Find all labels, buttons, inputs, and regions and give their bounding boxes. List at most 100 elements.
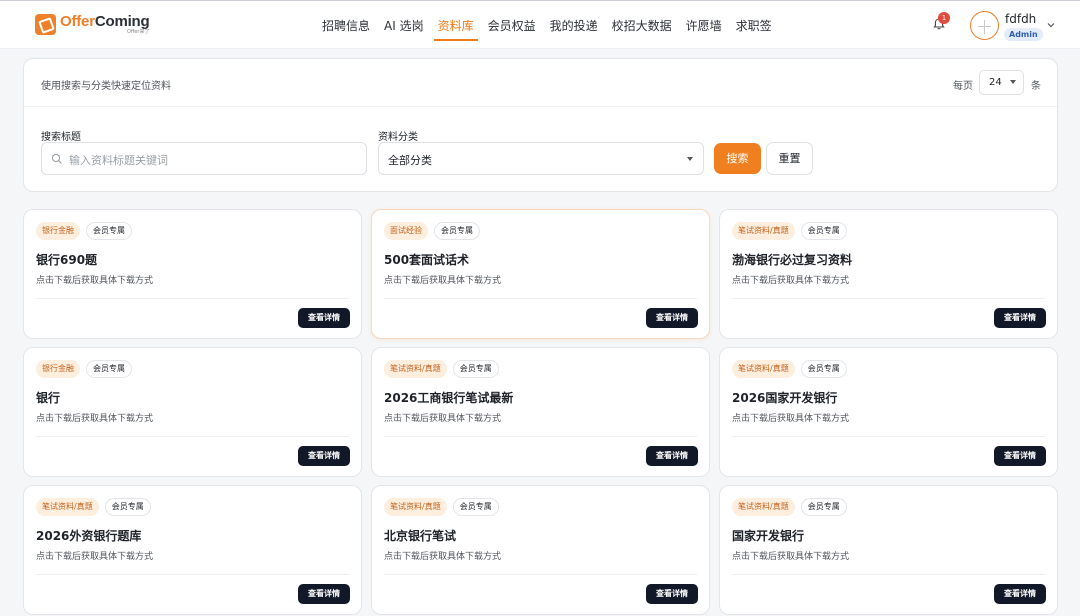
view-details-button[interactable]: 查看详情: [994, 308, 1046, 328]
nav-item-wish-wall[interactable]: 许愿墙: [679, 1, 729, 49]
member-tag: 会员专属: [104, 498, 151, 516]
avatar[interactable]: [970, 11, 999, 40]
search-placeholder: 输入资料标题关键词: [69, 154, 168, 167]
divider: [384, 436, 697, 437]
logo-icon: [35, 14, 56, 35]
nav-item-campus-data[interactable]: 校招大数据: [605, 1, 679, 49]
search-button[interactable]: 搜索: [714, 143, 761, 174]
card-description: 点击下载后获取具体下载方式: [732, 414, 850, 424]
divider: [36, 574, 349, 575]
logo-name: OfferComing: [60, 13, 150, 30]
card-description: 点击下载后获取具体下载方式: [384, 414, 502, 424]
view-details-button[interactable]: 查看详情: [298, 584, 350, 604]
view-details-button[interactable]: 查看详情: [994, 446, 1046, 466]
caret-down-icon: [1010, 80, 1016, 84]
view-details-button[interactable]: 查看详情: [298, 446, 350, 466]
resource-card[interactable]: 面试经验 会员专属 500套面试话术 点击下载后获取具体下载方式 查看详情: [371, 209, 710, 339]
filter-hint: 使用搜索与分类快速定位资料: [41, 81, 171, 92]
resource-card[interactable]: 笔试资料/真题 会员专属 2026工商银行笔试最新 点击下载后获取具体下载方式 …: [371, 347, 710, 477]
member-tag: 会员专属: [86, 222, 132, 240]
resource-card[interactable]: 笔试资料/真题 会员专属 北京银行笔试 点击下载后获取具体下载方式 查看详情: [371, 485, 710, 615]
perpage-select[interactable]: 24: [979, 70, 1024, 95]
nav-item-my-applications[interactable]: 我的投递: [543, 1, 605, 49]
nav-item-library[interactable]: 资料库: [431, 1, 481, 49]
category-tag: 笔试资料/真题: [732, 360, 795, 378]
view-details-button[interactable]: 查看详情: [646, 584, 698, 604]
view-details-button[interactable]: 查看详情: [994, 584, 1046, 604]
reset-button[interactable]: 重置: [766, 142, 813, 175]
category-tag: 笔试资料/真题: [384, 360, 447, 378]
role-badge: Admin: [1004, 28, 1043, 41]
notification-badge: 1: [938, 12, 950, 24]
caret-down-icon: [687, 157, 693, 161]
card-description: 点击下载后获取具体下载方式: [384, 552, 502, 562]
resource-card[interactable]: 笔试资料/真题 会员专属 渤海银行必过复习资料 点击下载后获取具体下载方式 查看…: [719, 209, 1058, 339]
title-search-input[interactable]: 输入资料标题关键词: [41, 142, 367, 175]
card-title: 2026外资银行题库: [36, 529, 142, 543]
divider: [732, 298, 1045, 299]
resource-card[interactable]: 笔试资料/真题 会员专属 国家开发银行 点击下载后获取具体下载方式 查看详情: [719, 485, 1058, 615]
filter-panel: 使用搜索与分类快速定位资料 每页 24 条 搜索标题 资料分类 输入资料标题关键…: [23, 58, 1058, 192]
divider: [36, 436, 349, 437]
category-tag: 笔试资料/真题: [732, 222, 795, 240]
card-description: 点击下载后获取具体下载方式: [732, 276, 850, 286]
category-label: 资料分类: [378, 132, 418, 143]
title-search-label: 搜索标题: [41, 132, 81, 143]
divider: [384, 298, 697, 299]
view-details-button[interactable]: 查看详情: [298, 308, 350, 328]
brand-logo[interactable]: OfferComing Offer来了: [35, 13, 150, 35]
category-value: 全部分类: [388, 154, 432, 167]
perpage-value: 24: [989, 77, 1002, 88]
member-tag: 会员专属: [86, 360, 132, 378]
member-tag: 会员专属: [800, 360, 847, 378]
category-tag: 面试经验: [384, 222, 428, 240]
category-tag: 笔试资料/真题: [732, 498, 795, 516]
resource-card[interactable]: 笔试资料/真题 会员专属 2026外资银行题库 点击下载后获取具体下载方式 查看…: [23, 485, 362, 615]
category-tag: 笔试资料/真题: [36, 498, 99, 516]
logo-subtitle: Offer来了: [126, 29, 150, 35]
member-tag: 会员专属: [434, 222, 480, 240]
chevron-down-icon[interactable]: [1046, 20, 1056, 30]
divider: [24, 106, 1057, 107]
resource-grid: 银行金融 会员专属 银行690题 点击下载后获取具体下载方式 查看详情 面试经验…: [23, 209, 1058, 616]
category-tag: 笔试资料/真题: [384, 498, 447, 516]
nav-item-membership[interactable]: 会员权益: [481, 1, 543, 49]
card-title: 渤海银行必过复习资料: [732, 253, 853, 267]
member-tag: 会员专属: [800, 498, 847, 516]
category-tag: 银行金融: [36, 222, 80, 240]
card-title: 500套面试话术: [384, 253, 470, 267]
category-tag: 银行金融: [36, 360, 80, 378]
resource-card[interactable]: 银行金融 会员专属 银行 点击下载后获取具体下载方式 查看详情: [23, 347, 362, 477]
divider: [732, 574, 1045, 575]
member-tag: 会员专属: [452, 498, 499, 516]
divider: [384, 574, 697, 575]
resource-card[interactable]: 笔试资料/真题 会员专属 2026国家开发银行 点击下载后获取具体下载方式 查看…: [719, 347, 1058, 477]
perpage-label: 每页: [953, 81, 973, 92]
card-description: 点击下载后获取具体下载方式: [36, 552, 154, 562]
card-title: 银行690题: [36, 253, 98, 267]
divider: [732, 436, 1045, 437]
card-description: 点击下载后获取具体下载方式: [36, 276, 154, 286]
nav-item-jobs[interactable]: 招聘信息: [315, 1, 377, 49]
search-icon: [51, 153, 62, 164]
nav-item-job-sign[interactable]: 求职签: [729, 1, 779, 49]
card-description: 点击下载后获取具体下载方式: [732, 552, 850, 562]
category-select[interactable]: 全部分类: [378, 142, 704, 175]
card-title: 北京银行笔试: [384, 529, 457, 543]
divider: [36, 298, 349, 299]
card-title: 银行: [36, 391, 61, 405]
perpage-unit: 条: [1031, 81, 1041, 92]
nav-item-ai-pick[interactable]: AI 选岗: [377, 1, 431, 49]
card-title: 2026国家开发银行: [732, 391, 838, 405]
card-title: 2026工商银行笔试最新: [384, 391, 514, 405]
view-details-button[interactable]: 查看详情: [646, 446, 698, 466]
card-description: 点击下载后获取具体下载方式: [36, 414, 154, 424]
member-tag: 会员专属: [800, 222, 847, 240]
card-title: 国家开发银行: [732, 529, 805, 543]
main-nav: 招聘信息 AI 选岗 资料库 会员权益 我的投递 校招大数据 许愿墙 求职签: [315, 1, 779, 49]
card-description: 点击下载后获取具体下载方式: [384, 276, 502, 286]
member-tag: 会员专属: [452, 360, 499, 378]
username[interactable]: fdfdh: [1005, 12, 1036, 26]
view-details-button[interactable]: 查看详情: [646, 308, 698, 328]
resource-card[interactable]: 银行金融 会员专属 银行690题 点击下载后获取具体下载方式 查看详情: [23, 209, 362, 339]
